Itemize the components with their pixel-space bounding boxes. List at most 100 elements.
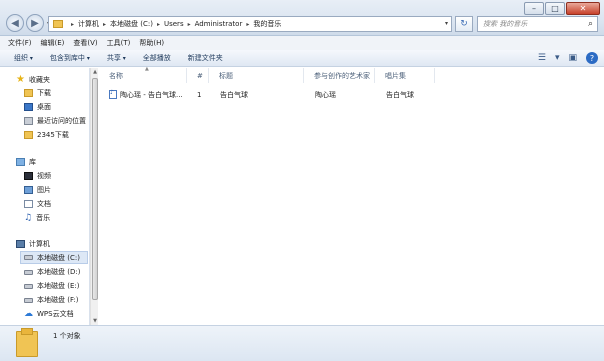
column-header-number[interactable]: # <box>187 68 209 83</box>
sidebar-label: 下载 <box>37 89 51 97</box>
navigation-pane-scrollbar[interactable]: ▲ ▼ <box>90 68 98 325</box>
refresh-button[interactable]: ↻ <box>455 16 473 32</box>
scroll-up-icon[interactable]: ▲ <box>91 69 99 75</box>
sidebar-label: 文档 <box>37 200 51 208</box>
folder-icon <box>16 328 38 357</box>
computer-icon <box>16 240 25 248</box>
folder-icon <box>53 20 63 28</box>
title-bar: – □ ✕ ◀ ▶ ▾ ▸ 计算机 ▸ 本地磁盘 (C:) ▸ Users ▸ … <box>0 0 604 36</box>
cloud-icon: ☁ <box>24 309 33 319</box>
document-library-icon <box>24 200 33 208</box>
sidebar-label: 视频 <box>37 172 51 180</box>
menu-help[interactable]: 帮助(H) <box>139 38 164 48</box>
breadcrumb-users[interactable]: Users <box>164 20 184 28</box>
share-button[interactable]: 共享 <box>107 53 126 63</box>
hard-drive-icon <box>24 283 33 289</box>
picture-library-icon <box>24 186 33 194</box>
sidebar-item-drive-d[interactable]: 本地磁盘 (D:) <box>24 267 80 277</box>
hard-drive-icon <box>24 297 33 303</box>
change-view-dropdown-icon[interactable]: ▾ <box>555 53 560 63</box>
sidebar-item-drive-e[interactable]: 本地磁盘 (E:) <box>24 281 79 291</box>
sidebar-item-pictures[interactable]: 图片 <box>24 185 51 195</box>
column-header-artist[interactable]: 参与创作的艺术家 <box>304 68 375 83</box>
address-bar[interactable]: ▸ 计算机 ▸ 本地磁盘 (C:) ▸ Users ▸ Administrato… <box>48 16 452 32</box>
search-placeholder: 搜索 我的音乐 <box>483 20 528 28</box>
sidebar-item-2345-download[interactable]: 2345下载 <box>24 130 69 140</box>
sidebar-label: 桌面 <box>37 103 51 111</box>
file-list: ▲ 名称 # 标题 参与创作的艺术家 唱片集 陶心瑶 - 告白气球... 1 告… <box>99 66 604 325</box>
play-all-button[interactable]: 全部播放 <box>143 53 171 63</box>
sidebar-computer[interactable]: 计算机 <box>16 239 50 249</box>
sidebar-libraries[interactable]: 库 <box>16 157 36 167</box>
downloads-folder-icon <box>24 89 33 97</box>
menu-bar: 文件(F) 编辑(E) 查看(V) 工具(T) 帮助(H) <box>0 36 604 50</box>
breadcrumb-drive-c[interactable]: 本地磁盘 (C:) <box>110 19 153 29</box>
close-button[interactable]: ✕ <box>566 2 600 15</box>
navigation-buttons: ◀ ▶ ▾ <box>6 14 53 32</box>
sidebar-label: 本地磁盘 (C:) <box>37 253 80 262</box>
track-title: 告白气球 <box>220 90 248 99</box>
column-header-name[interactable]: ▲ 名称 <box>99 66 187 83</box>
menu-file[interactable]: 文件(F) <box>8 38 32 48</box>
track-album: 告白气球 <box>386 90 414 99</box>
view-controls: ☰ ▾ ▣ ? <box>529 52 598 64</box>
maximize-button[interactable]: □ <box>545 2 565 15</box>
file-name-cell[interactable]: 陶心瑶 - 告白气球... <box>109 88 183 101</box>
help-icon[interactable]: ? <box>586 52 598 64</box>
sidebar-item-drive-c[interactable]: 本地磁盘 (C:) <box>20 251 88 264</box>
new-folder-button[interactable]: 新建文件夹 <box>188 53 223 63</box>
audio-file-icon <box>109 89 117 99</box>
scroll-down-icon[interactable]: ▼ <box>91 318 99 324</box>
sidebar-item-documents[interactable]: 文档 <box>24 199 51 209</box>
sidebar-item-desktop[interactable]: 桌面 <box>24 102 51 112</box>
menu-edit[interactable]: 编辑(E) <box>41 38 65 48</box>
menu-view[interactable]: 查看(V) <box>73 38 97 48</box>
address-dropdown-icon[interactable]: ▾ <box>445 20 448 27</box>
organize-button[interactable]: 组织 <box>14 53 33 63</box>
folder-icon <box>24 131 33 139</box>
breadcrumb-my-music[interactable]: 我的音乐 <box>253 19 281 29</box>
hard-drive-icon <box>24 269 33 275</box>
table-row[interactable]: 陶心瑶 - 告白气球... 1 告白气球 陶心瑶 告白气球 <box>99 88 604 101</box>
sidebar-item-recent-places[interactable]: 最近访问的位置 <box>24 116 86 126</box>
sidebar-item-videos[interactable]: 视频 <box>24 171 51 181</box>
hard-drive-icon <box>24 255 33 260</box>
sort-arrow-icon: ▲ <box>145 66 149 72</box>
star-icon: ★ <box>16 74 25 85</box>
video-library-icon <box>24 172 33 180</box>
sidebar-label: 收藏夹 <box>28 75 50 84</box>
breadcrumb-computer[interactable]: 计算机 <box>78 19 99 29</box>
sidebar-label: 本地磁盘 (F:) <box>37 296 79 304</box>
file-name: 陶心瑶 - 告白气球... <box>120 90 183 99</box>
window-controls: – □ ✕ <box>523 2 600 15</box>
details-pane: 1 个对象 <box>0 325 604 361</box>
column-header-title[interactable]: 标题 <box>209 68 304 83</box>
preview-pane-icon[interactable]: ▣ <box>568 53 577 63</box>
item-count: 1 个对象 <box>53 332 81 340</box>
sidebar-item-downloads[interactable]: 下载 <box>24 88 51 98</box>
minimize-button[interactable]: – <box>524 2 544 15</box>
sidebar-item-drive-f[interactable]: 本地磁盘 (F:) <box>24 295 79 305</box>
sidebar-label: 计算机 <box>29 240 50 248</box>
sidebar-label: 本地磁盘 (E:) <box>37 282 80 290</box>
sidebar-favorites[interactable]: ★ 收藏夹 <box>16 74 50 85</box>
sidebar-item-wps-cloud[interactable]: ☁ WPS云文档 <box>24 309 74 319</box>
scrollbar-thumb[interactable] <box>92 78 98 300</box>
desktop-icon <box>24 103 33 111</box>
change-view-icon[interactable]: ☰ <box>538 53 546 63</box>
recent-places-icon <box>24 117 33 125</box>
include-in-library-button[interactable]: 包含到库中 <box>50 53 90 63</box>
menu-tools[interactable]: 工具(T) <box>107 38 131 48</box>
breadcrumb-administrator[interactable]: Administrator <box>195 20 243 28</box>
sidebar-label: 音乐 <box>36 214 51 222</box>
search-input[interactable]: 搜索 我的音乐 ⌕ <box>477 16 598 32</box>
search-icon[interactable]: ⌕ <box>588 19 593 29</box>
music-note-icon: ♫ <box>24 213 33 223</box>
sidebar-label: 库 <box>29 158 36 166</box>
column-header-album[interactable]: 唱片集 <box>375 68 435 83</box>
sidebar-item-music[interactable]: ♫ 音乐 <box>24 213 50 223</box>
sidebar-label: WPS云文档 <box>37 310 74 318</box>
back-button[interactable]: ◀ <box>6 14 24 32</box>
forward-button[interactable]: ▶ <box>26 14 44 32</box>
track-number: 1 <box>197 90 202 99</box>
